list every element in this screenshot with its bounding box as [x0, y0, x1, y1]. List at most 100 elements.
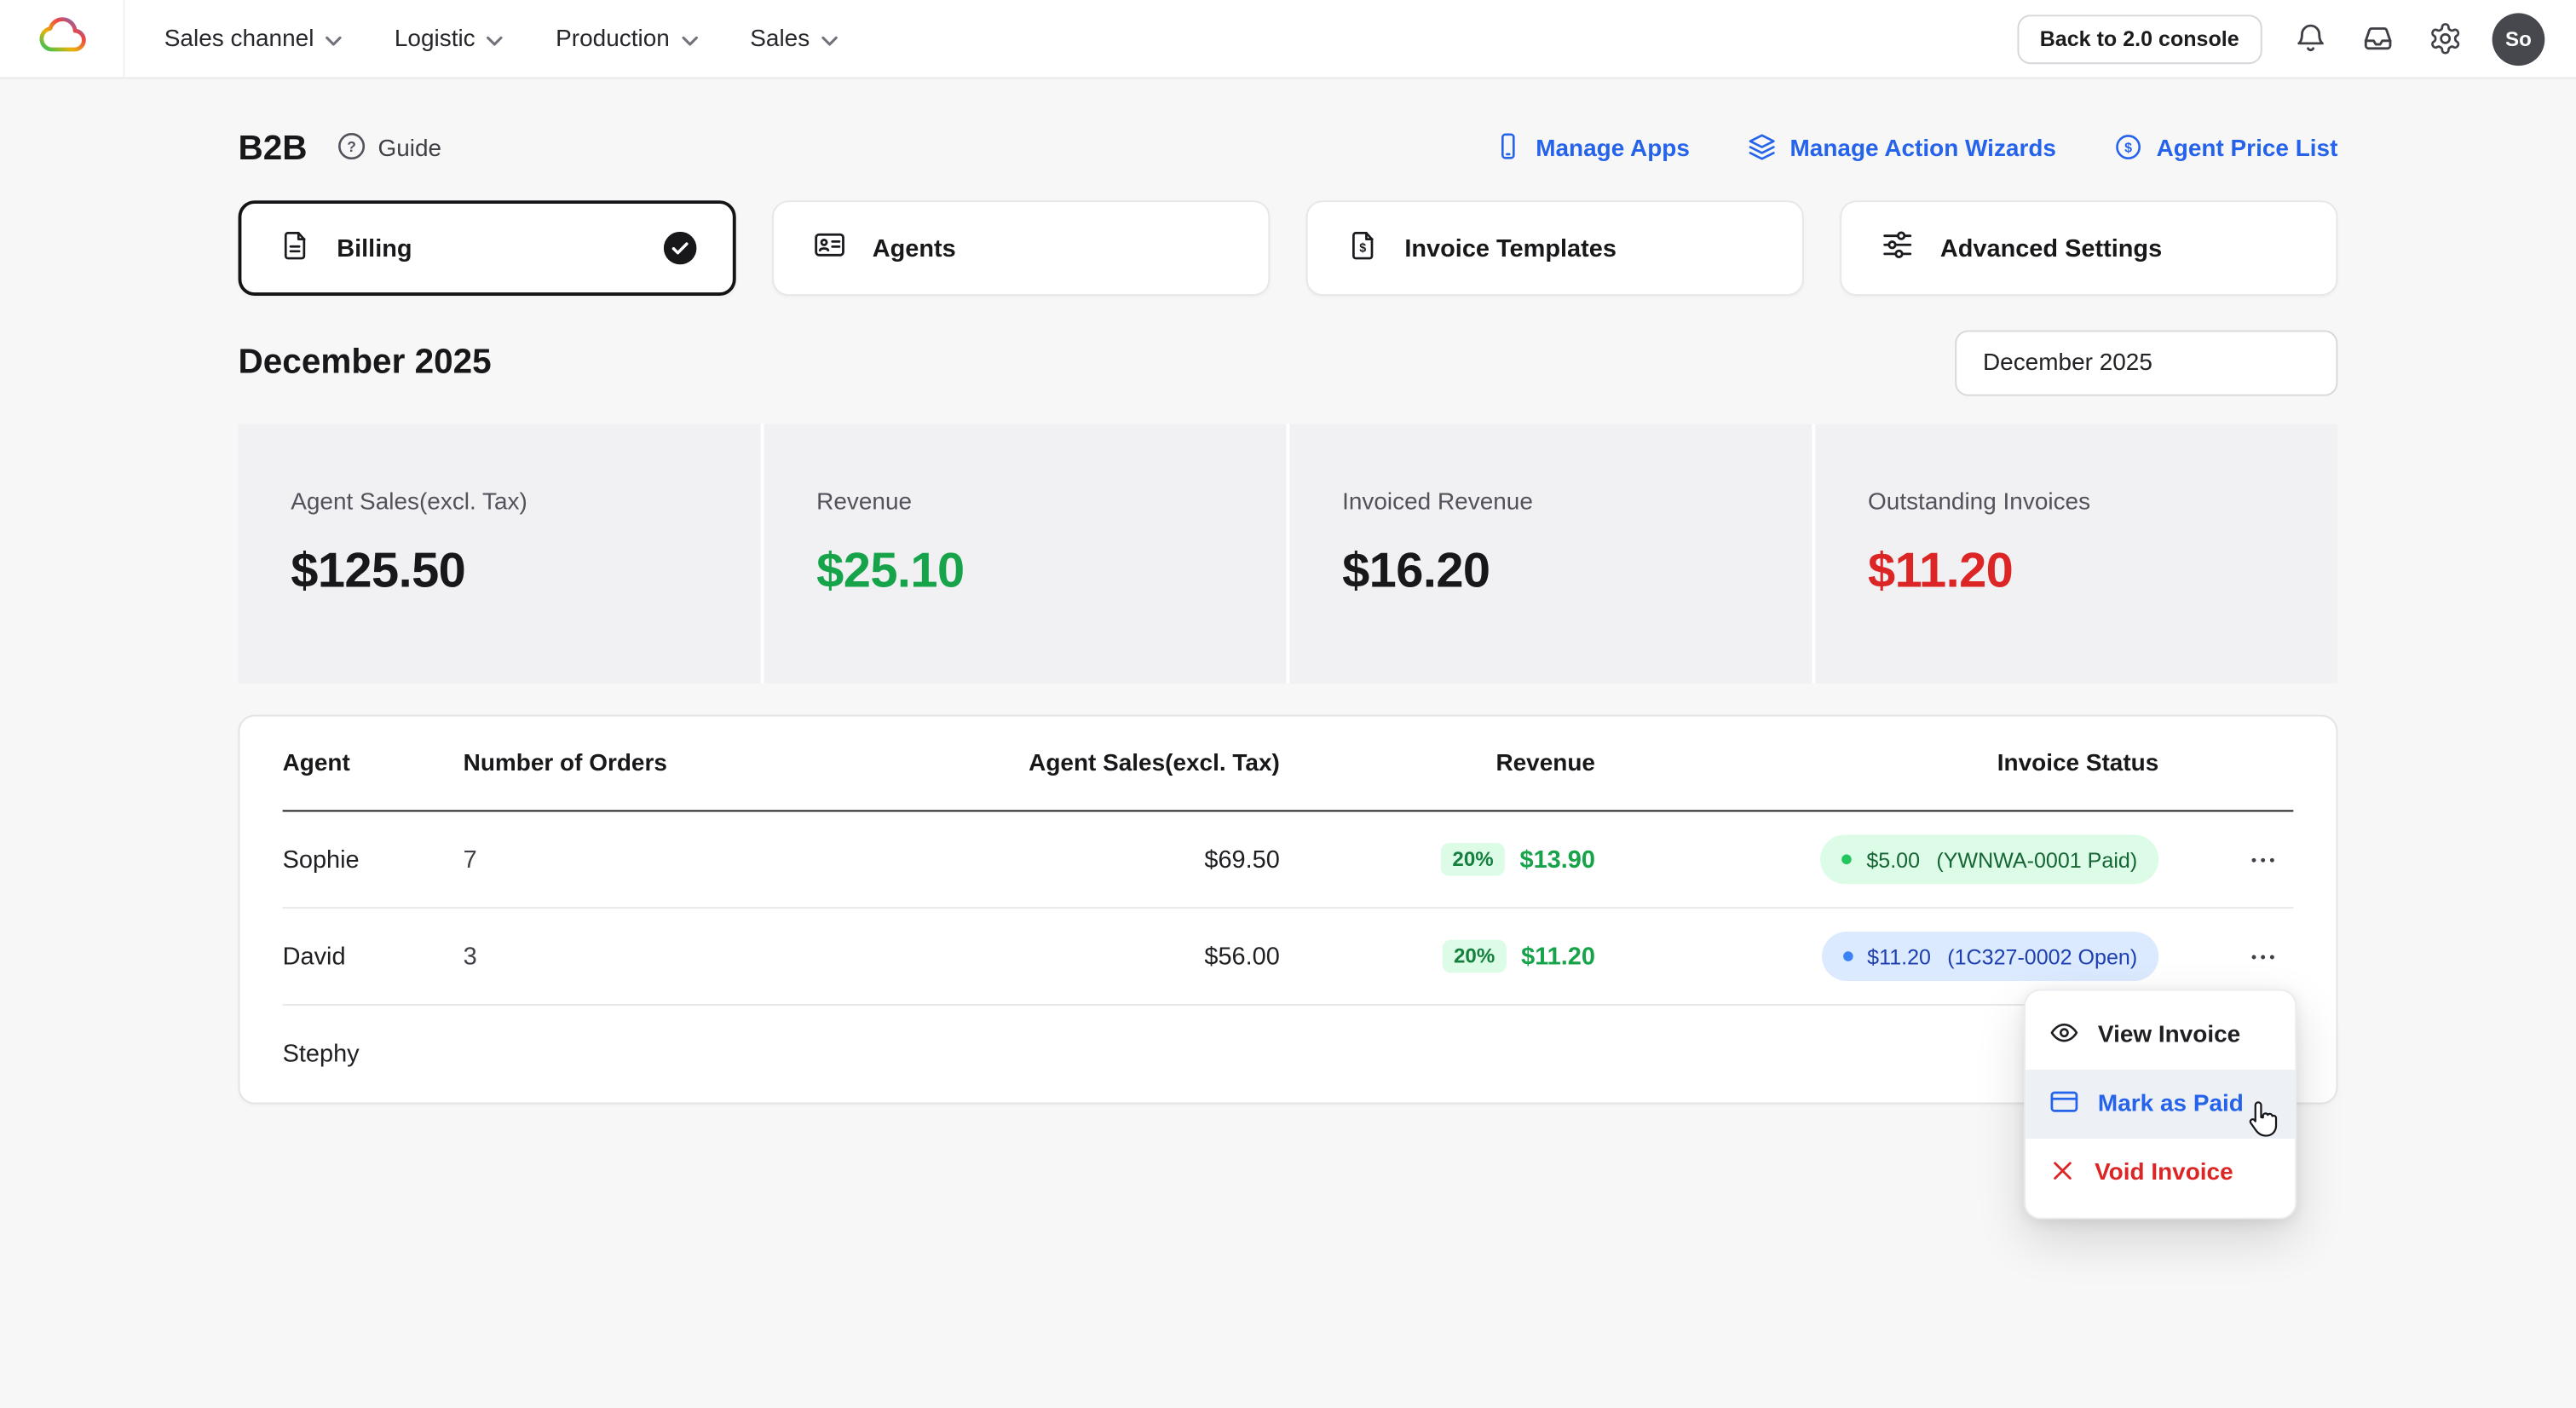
menu-item-label: Void Invoice	[2095, 1160, 2233, 1186]
stat-value: $11.20	[1868, 544, 2014, 598]
nav-sales[interactable]: Sales	[723, 0, 863, 78]
tab-label: Advanced Settings	[1939, 234, 2163, 263]
guide-link[interactable]: ? Guide	[337, 131, 441, 167]
link-label: Manage Action Wizards	[1789, 136, 2056, 163]
row-context-menu: View Invoice Mark as Paid Void Invoice	[2024, 989, 2297, 1220]
stat-label: Invoiced Revenue	[1342, 489, 1533, 516]
col-header-agent: Agent	[282, 750, 350, 776]
menu-item-view-invoice[interactable]: View Invoice	[2026, 1001, 2295, 1070]
cell-actions	[2158, 838, 2293, 880]
stat-label: Revenue	[816, 489, 913, 516]
manage-action-wizards-link[interactable]: Manage Action Wizards	[1745, 130, 2056, 168]
cell-actions	[2158, 935, 2293, 978]
stat-value: $125.50	[291, 544, 466, 598]
main-content: B2B ? Guide Manage Apps Manage Action Wi…	[238, 79, 2338, 1105]
tab-advanced-settings[interactable]: Advanced Settings	[1840, 200, 2338, 297]
revenue-percent-badge: 20%	[1440, 843, 1506, 876]
header-actions: Manage Apps Manage Action Wizards $ Agen…	[1493, 130, 2337, 168]
nav-sales-channel[interactable]: Sales channel	[138, 0, 368, 78]
col-header-sales: Agent Sales(excl. Tax)	[1029, 750, 1280, 776]
col-header-revenue: Revenue	[1495, 750, 1595, 776]
section-tabs: Billing Agents $ Invoice Templates Advan…	[238, 200, 2338, 297]
tab-billing[interactable]: Billing	[238, 200, 736, 297]
page-title: B2B	[238, 130, 308, 168]
agents-table: Agent Number of Orders Agent Sales(excl.…	[238, 714, 2338, 1105]
home-logo-button[interactable]	[0, 0, 125, 78]
nav-label: Production	[556, 25, 670, 52]
id-card-icon	[811, 227, 847, 269]
invoice-dollar-icon: $	[1346, 228, 1380, 268]
credit-card-icon	[2049, 1085, 2080, 1122]
period-selector-value: December 2025	[1982, 349, 2152, 377]
layers-icon	[1745, 130, 1777, 168]
chevron-down-icon	[681, 26, 698, 52]
cell-agent: Sophie	[282, 845, 360, 874]
cell-sales: $69.50	[1204, 845, 1280, 874]
agent-price-list-link[interactable]: $ Agent Price List	[2112, 130, 2338, 168]
manage-apps-link[interactable]: Manage Apps	[1493, 131, 1690, 167]
back-to-console-button[interactable]: Back to 2.0 console	[2016, 14, 2262, 64]
settings-gear-icon[interactable]	[2425, 19, 2464, 58]
stat-invoiced-revenue: Invoiced Revenue $16.20	[1289, 424, 1812, 684]
topbar-right: Back to 2.0 console So	[2016, 12, 2576, 66]
revenue-value: $13.90	[1519, 845, 1595, 874]
chevron-down-icon	[326, 26, 342, 52]
invoice-status-pill-paid[interactable]: $5.00 (YWNWA-0001 Paid)	[1820, 834, 2159, 885]
tab-label: Invoice Templates	[1404, 234, 1616, 263]
cell-agent: David	[282, 942, 346, 971]
period-selector[interactable]: December 2025	[1955, 330, 2338, 396]
table-header-row: Agent Number of Orders Agent Sales(excl.…	[282, 717, 2294, 812]
row-actions-ellipsis-icon[interactable]	[2241, 838, 2284, 880]
stat-value: $16.20	[1342, 544, 1490, 598]
stat-label: Agent Sales(excl. Tax)	[291, 489, 527, 516]
svg-text:$: $	[1359, 241, 1366, 255]
phone-icon	[1493, 131, 1523, 167]
nav-label: Sales	[750, 25, 810, 52]
stat-revenue: Revenue $25.10	[764, 424, 1287, 684]
menu-item-void-invoice[interactable]: Void Invoice	[2026, 1139, 2295, 1208]
document-icon	[278, 228, 312, 268]
guide-label: Guide	[377, 136, 442, 163]
svg-text:$: $	[2124, 139, 2131, 154]
user-avatar[interactable]: So	[2492, 12, 2545, 66]
stat-label: Outstanding Invoices	[1868, 489, 2091, 516]
app-window: Sales channel Logistic Production Sales …	[0, 0, 2576, 1408]
status-dot-icon	[1842, 951, 1853, 961]
notifications-bell-icon[interactable]	[2290, 19, 2329, 58]
inbox-icon[interactable]	[2358, 19, 2397, 58]
link-label: Agent Price List	[2156, 136, 2338, 163]
tab-agents[interactable]: Agents	[772, 200, 1271, 297]
status-dot-icon	[1841, 854, 1852, 865]
sliders-icon	[1880, 227, 1916, 269]
stat-outstanding-invoices: Outstanding Invoices $11.20	[1815, 424, 2338, 684]
col-header-orders: Number of Orders	[463, 750, 667, 776]
cell-sales: $56.00	[1204, 942, 1280, 971]
cell-orders: 3	[463, 942, 477, 971]
nav-label: Sales channel	[164, 25, 314, 52]
topbar: Sales channel Logistic Production Sales …	[0, 0, 2576, 79]
status-ref: (1C327-0002 Open)	[1947, 943, 2138, 969]
cell-revenue: 20% $11.20	[1280, 939, 1595, 973]
status-ref: (YWNWA-0001 Paid)	[1936, 846, 2138, 872]
main-nav: Sales channel Logistic Production Sales	[138, 0, 864, 78]
nav-label: Logistic	[394, 25, 475, 52]
nav-logistic[interactable]: Logistic	[368, 0, 529, 78]
table-row: Sophie 7 $69.50 20% $13.90 $5.00 (YWNWA-…	[282, 811, 2294, 909]
x-icon	[2049, 1156, 2077, 1190]
tab-invoice-templates[interactable]: $ Invoice Templates	[1305, 200, 1804, 297]
row-actions-ellipsis-icon[interactable]	[2241, 935, 2284, 978]
invoice-status-pill-open[interactable]: $11.20 (1C327-0002 Open)	[1821, 932, 2159, 981]
cell-revenue: 20% $13.90	[1280, 843, 1595, 876]
nav-production[interactable]: Production	[529, 0, 723, 78]
menu-item-label: Mark as Paid	[2097, 1091, 2244, 1117]
status-amount: $11.20	[1867, 943, 1931, 969]
tab-label: Billing	[337, 234, 412, 263]
status-amount: $5.00	[1866, 846, 1921, 872]
dollar-circle-icon: $	[2112, 130, 2144, 168]
revenue-percent-badge: 20%	[1442, 939, 1507, 973]
period-heading: December 2025	[238, 343, 492, 382]
menu-item-label: View Invoice	[2097, 1022, 2241, 1049]
tab-label: Agents	[872, 234, 956, 263]
menu-item-mark-as-paid[interactable]: Mark as Paid	[2026, 1070, 2296, 1140]
chevron-down-icon	[821, 26, 838, 52]
